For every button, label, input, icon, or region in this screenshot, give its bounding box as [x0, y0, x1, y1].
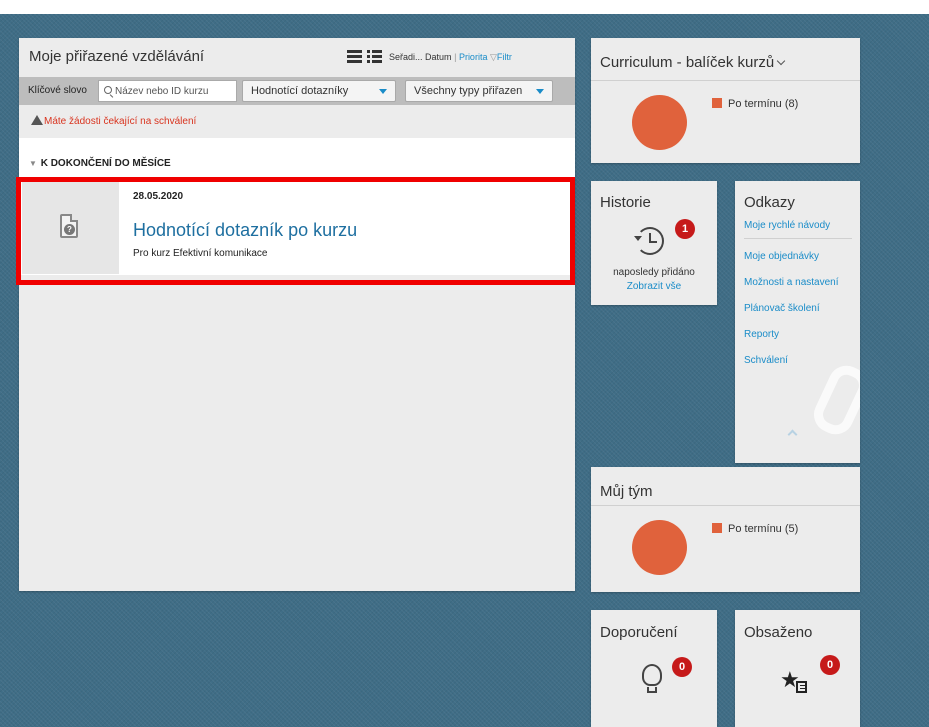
course-thumbnail: ? — [22, 181, 119, 274]
contained-count-badge: 0 — [820, 655, 840, 675]
sort-date[interactable]: Datum — [425, 52, 452, 62]
legend-swatch — [712, 523, 722, 533]
my-team-tile: Můj tým Po termínu (5) — [591, 467, 860, 592]
collapse-triangle-icon: ▼ — [29, 159, 37, 168]
team-pie-chart[interactable] — [632, 520, 687, 575]
link-training-planner[interactable]: Plánovač školení — [744, 303, 820, 314]
team-legend: Po termínu (5) — [712, 523, 798, 535]
warning-text: Máte žádosti čekající na schválení — [44, 116, 197, 127]
chain-link-icon — [808, 359, 860, 441]
lightbulb-base — [647, 687, 657, 693]
history-tile: Historie 1 naposledy přidáno Zobrazit vš… — [591, 181, 717, 305]
link-reports[interactable]: Reporty — [744, 329, 779, 340]
assigned-learning-tile: Moje přiřazené vzdělávání Seřadi... Datu… — [19, 38, 575, 591]
warning-icon — [31, 115, 43, 125]
team-title: Můj tým — [600, 483, 653, 500]
filter-bar: Klíčové slovo Hodnotící dotazníky Všechn… — [19, 77, 575, 105]
type-dropdown[interactable]: Hodnotící dotazníky — [242, 80, 396, 102]
link-options-settings[interactable]: Možnosti a nastavení — [744, 277, 839, 288]
curriculum-pie-chart[interactable] — [632, 95, 687, 150]
sort-priority-link[interactable]: Priorita — [459, 52, 488, 62]
links-tile: Odkazy Moje rychlé návody Moje objednávk… — [735, 181, 860, 463]
history-clock-icon[interactable] — [636, 227, 664, 255]
type-dropdown-value: Hodnotící dotazníky — [251, 85, 349, 97]
card-view-icon[interactable] — [347, 50, 362, 64]
search-icon — [104, 86, 112, 94]
pending-approval-warning[interactable]: Máte žádosti čekající na schválení — [31, 115, 196, 127]
recommendations-title: Doporučení — [600, 624, 678, 641]
history-title: Historie — [600, 194, 651, 211]
filter-icon[interactable]: ▽ — [490, 52, 497, 62]
section-title: K DOKONČENÍ DO MĚSÍCE — [40, 158, 171, 169]
history-arrow-icon — [634, 236, 642, 241]
course-subtitle: Pro kurz Efektivní komunikace — [133, 248, 268, 259]
list-view-icon[interactable] — [367, 50, 382, 64]
tile-title: Moje přiřazené vzdělávání — [29, 48, 205, 65]
filter-link[interactable]: Filtr — [497, 52, 512, 62]
curriculum-tile: Curriculum - balíček kurzů Po termínu (8… — [591, 38, 860, 163]
assignment-dropdown-value: Všechny typy přiřazen — [414, 85, 523, 97]
course-title-link[interactable]: Hodnotící dotazník po kurzu — [133, 220, 357, 241]
history-view-all-link[interactable]: Zobrazit vše — [591, 281, 717, 292]
tile-header: Moje přiřazené vzdělávání Seřadi... Datu… — [19, 38, 575, 72]
link-my-orders[interactable]: Moje objednávky — [744, 251, 819, 262]
link-quick-guides[interactable]: Moje rychlé návody — [744, 220, 830, 231]
recommendations-tile: Doporučení 0 — [591, 610, 717, 727]
section-header[interactable]: ▼ K DOKONČENÍ DO MĚSÍCE — [29, 158, 171, 169]
chevron-up-icon[interactable] — [787, 429, 798, 440]
curriculum-legend: Po termínu (8) — [712, 98, 798, 110]
contained-title: Obsaženo — [744, 624, 813, 641]
chevron-down-icon — [536, 89, 544, 94]
top-strip — [0, 0, 929, 14]
recommendations-count-badge: 0 — [672, 657, 692, 677]
search-input[interactable] — [98, 80, 237, 102]
sort-controls: Seřadi... Datum | Priorita ▽Filtr — [389, 52, 512, 62]
links-title: Odkazy — [744, 194, 795, 211]
keyword-label: Klíčové slovo — [28, 85, 87, 96]
contained-tile: Obsaženo ★ 0 — [735, 610, 860, 727]
course-card[interactable]: ? 28.05.2020 Hodnotící dotazník po kurzu… — [19, 178, 572, 275]
lightbulb-icon[interactable] — [642, 664, 662, 686]
link-approvals[interactable]: Schválení — [744, 355, 788, 366]
history-recent-label: naposledy přidáno — [613, 267, 695, 278]
chevron-down-icon — [379, 89, 387, 94]
curriculum-title[interactable]: Curriculum - balíček kurzů — [600, 54, 786, 71]
history-count-badge: 1 — [675, 219, 695, 239]
questionnaire-document-icon: ? — [60, 214, 78, 238]
chevron-down-icon — [776, 56, 786, 66]
list-icon — [796, 681, 807, 693]
course-due-date: 28.05.2020 — [133, 191, 184, 202]
assignment-type-dropdown[interactable]: Všechny typy přiřazen — [405, 80, 553, 102]
legend-swatch — [712, 98, 722, 108]
sort-label[interactable]: Seřadi... — [389, 52, 423, 62]
